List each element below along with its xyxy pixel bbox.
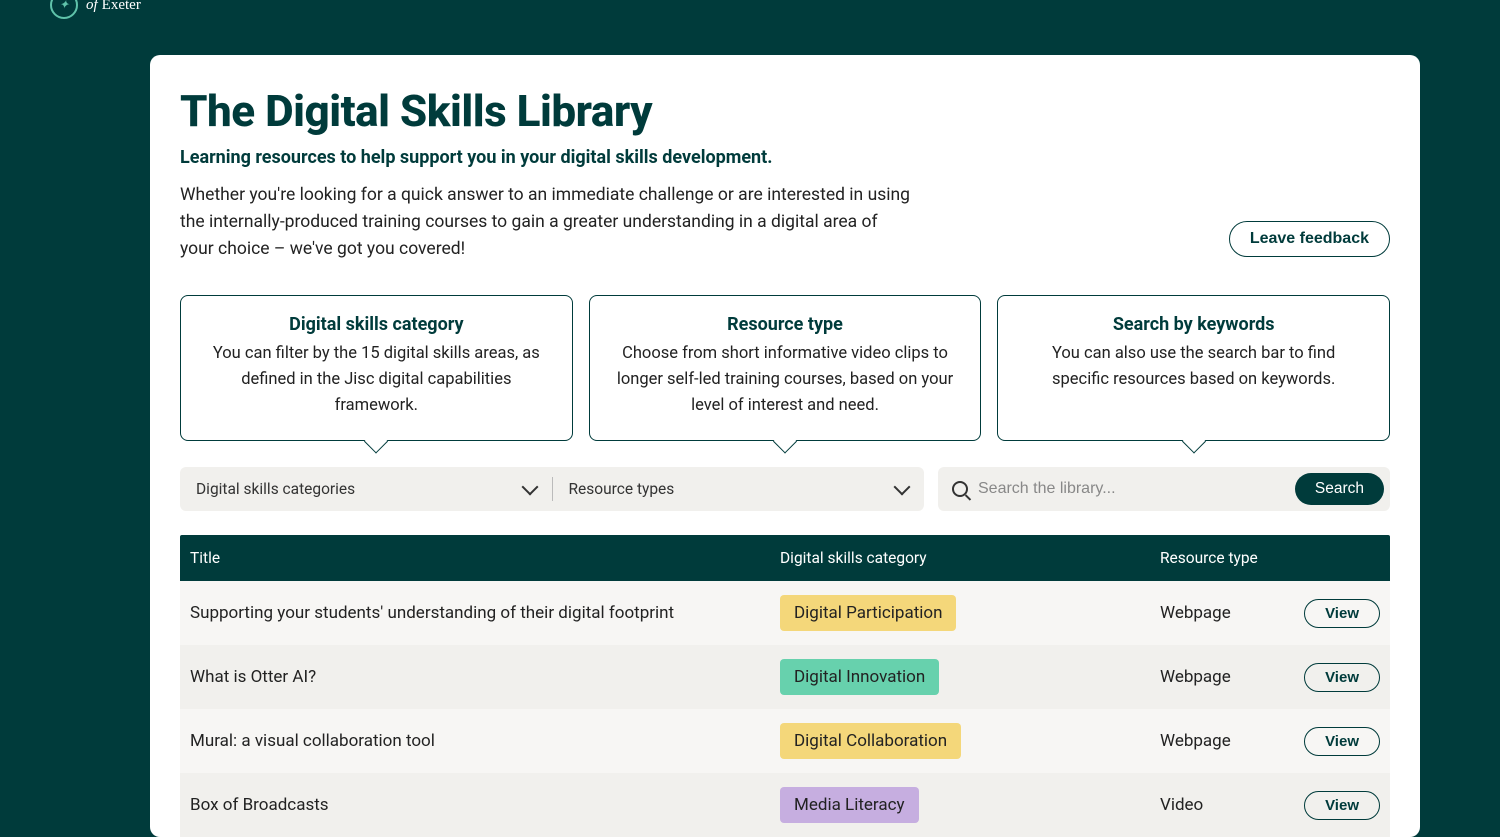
table-row: Box of BroadcastsMedia Literacy Video View	[180, 773, 1390, 837]
cell-title: Mural: a visual collaboration tool	[190, 731, 780, 751]
th-type: Resource type	[1160, 549, 1290, 567]
th-title: Title	[190, 549, 780, 567]
callouts-row: Digital skills category You can filter b…	[180, 295, 1390, 441]
crest-icon	[50, 0, 78, 19]
categories-dropdown[interactable]: Digital skills categories	[180, 480, 552, 498]
cell-category: Digital Participation	[780, 595, 1160, 631]
table-header: Title Digital skills category Resource t…	[180, 535, 1390, 581]
callout-title: Digital skills category	[207, 314, 546, 335]
th-category: Digital skills category	[780, 549, 1160, 567]
leave-feedback-button[interactable]: Leave feedback	[1229, 221, 1390, 257]
search-icon	[952, 481, 968, 497]
table-row: What is Otter AI?Digital Innovation Webpa…	[180, 645, 1390, 709]
categories-label: Digital skills categories	[196, 480, 355, 498]
category-tag: Digital Collaboration	[780, 723, 961, 759]
cell-view: View	[1290, 599, 1380, 628]
view-button[interactable]: View	[1304, 599, 1380, 628]
brand-of: of	[86, 0, 98, 14]
cell-title: Box of Broadcasts	[190, 795, 780, 815]
page-body: Whether you're looking for a quick answe…	[180, 182, 910, 263]
types-label: Resource types	[569, 480, 675, 498]
cell-type: Webpage	[1160, 667, 1290, 687]
category-tag: Digital Participation	[780, 595, 956, 631]
cell-type: Webpage	[1160, 603, 1290, 623]
main-card: The Digital Skills Library Learning reso…	[150, 55, 1420, 837]
callout-category: Digital skills category You can filter b…	[180, 295, 573, 441]
table-row: Mural: a visual collaboration toolDigita…	[180, 709, 1390, 773]
category-tag: Media Literacy	[780, 787, 919, 823]
cell-category: Digital Innovation	[780, 659, 1160, 695]
table-row: Supporting your students' understanding …	[180, 581, 1390, 645]
search-box: Search	[938, 467, 1390, 511]
results-table: Title Digital skills category Resource t…	[180, 535, 1390, 837]
callout-resource-type: Resource type Choose from short informat…	[589, 295, 982, 441]
callout-search: Search by keywords You can also use the …	[997, 295, 1390, 441]
cell-category: Digital Collaboration	[780, 723, 1160, 759]
chevron-down-icon	[894, 479, 911, 496]
cell-category: Media Literacy	[780, 787, 1160, 823]
callout-text: You can filter by the 15 digital skills …	[207, 341, 546, 418]
cell-type: Webpage	[1160, 731, 1290, 751]
view-button[interactable]: View	[1304, 791, 1380, 820]
types-dropdown[interactable]: Resource types	[553, 480, 925, 498]
cell-type: Video	[1160, 795, 1290, 815]
brand-name: Exeter	[102, 0, 141, 14]
th-view	[1290, 549, 1380, 567]
cell-title: Supporting your students' understanding …	[190, 603, 780, 623]
brand-logo[interactable]: of Exeter	[50, 0, 141, 19]
cell-title: What is Otter AI?	[190, 667, 780, 687]
filters-bar: Digital skills categories Resource types	[180, 467, 924, 511]
page-subtitle: Learning resources to help support you i…	[180, 147, 910, 168]
callout-text: You can also use the search bar to find …	[1024, 341, 1363, 392]
search-button[interactable]: Search	[1295, 473, 1384, 505]
callout-title: Search by keywords	[1024, 314, 1363, 335]
cell-view: View	[1290, 663, 1380, 692]
cell-view: View	[1290, 727, 1380, 756]
chevron-down-icon	[521, 479, 538, 496]
view-button[interactable]: View	[1304, 663, 1380, 692]
category-tag: Digital Innovation	[780, 659, 939, 695]
search-input[interactable]	[978, 480, 1285, 498]
callout-title: Resource type	[616, 314, 955, 335]
view-button[interactable]: View	[1304, 727, 1380, 756]
page-title: The Digital Skills Library	[180, 85, 910, 137]
cell-view: View	[1290, 791, 1380, 820]
callout-text: Choose from short informative video clip…	[616, 341, 955, 418]
